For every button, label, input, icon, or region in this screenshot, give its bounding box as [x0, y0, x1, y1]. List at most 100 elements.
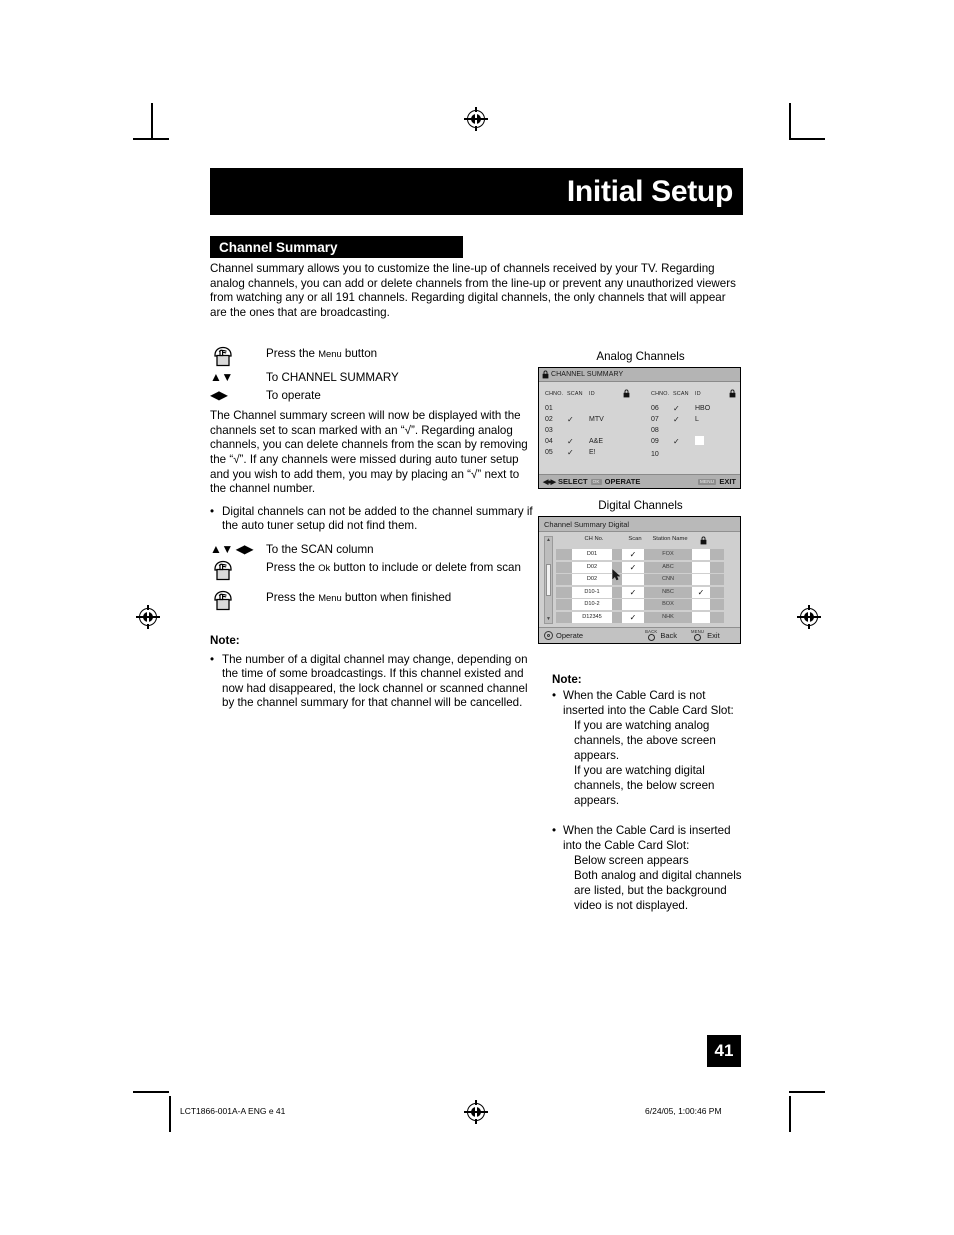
hand-press-icon: [210, 590, 266, 612]
scan-check[interactable]: ✓: [673, 436, 695, 449]
step-press-menu-finish: Press the Menu button when finished: [210, 590, 535, 612]
lock-cell[interactable]: [729, 449, 745, 460]
scan-check[interactable]: [673, 425, 695, 436]
table-row[interactable]: 10: [651, 449, 745, 460]
registration-mark-right: [797, 605, 821, 629]
chapter-title-band: Initial Setup: [210, 168, 743, 215]
scan-check[interactable]: [673, 449, 695, 460]
table-row[interactable]: 07 ✓ L: [651, 414, 745, 425]
body-bullet: • Digital channels can not be added to t…: [210, 505, 535, 534]
lock-icon: [694, 536, 712, 547]
back-button-icon[interactable]: [647, 634, 655, 642]
section-heading-label: Channel Summary: [219, 239, 338, 255]
scroll-up-arrow-icon[interactable]: ▲: [546, 538, 551, 543]
table-row[interactable]: D01 ✓ FOX: [556, 549, 735, 560]
dpad-icon[interactable]: [544, 631, 553, 640]
lock-check[interactable]: [692, 561, 710, 573]
scan-check[interactable]: ✓: [673, 414, 695, 425]
table-row[interactable]: 09 ✓: [651, 436, 745, 449]
lock-check[interactable]: [692, 599, 710, 610]
scroll-down-arrow-icon[interactable]: ▼: [546, 617, 551, 622]
channel-number: 03: [545, 427, 553, 434]
right-note-heading: Note:: [552, 673, 582, 686]
scan-check[interactable]: [567, 425, 589, 436]
table-row[interactable]: 01: [545, 403, 639, 414]
table-row[interactable]: 03: [545, 425, 639, 436]
back-key-label: BACK: [645, 628, 658, 634]
right-note-bullet-label: When the Cable Card is inserted into the…: [563, 824, 731, 852]
lock-cell[interactable]: [623, 403, 639, 414]
menu-keyword: Menu: [318, 591, 342, 603]
lock-check[interactable]: [692, 574, 710, 585]
lock-icon: [729, 389, 745, 403]
lock-cell[interactable]: [623, 447, 639, 458]
registration-mark-top: [464, 107, 488, 131]
footer-document-code: LCT1866-001A-A ENG e 41: [180, 1106, 286, 1116]
crop-mark-bottom-left-vertical: [169, 1096, 171, 1132]
page-number-label: 41: [714, 1041, 734, 1060]
scan-check[interactable]: ✓: [567, 436, 589, 447]
col-header-chno: CHNO.: [545, 391, 564, 397]
lock-cell[interactable]: [729, 436, 745, 449]
scan-check[interactable]: ✓: [567, 414, 589, 425]
channel-number: 10: [651, 451, 659, 458]
digital-footer-back-group[interactable]: BACK Back: [645, 628, 677, 642]
lock-cell[interactable]: [623, 425, 639, 436]
table-row[interactable]: 02 ✓ MTV: [545, 414, 639, 425]
channel-id: L: [695, 416, 699, 423]
table-row[interactable]: D12345 ✓ NHK: [556, 611, 735, 623]
menu-keycap[interactable]: MENU: [698, 478, 717, 485]
scan-check[interactable]: [622, 599, 644, 610]
scan-check[interactable]: ✓: [622, 586, 644, 598]
lock-cell[interactable]: [729, 414, 745, 425]
scan-check[interactable]: ✓: [567, 447, 589, 458]
table-row[interactable]: 05 ✓ E!: [545, 447, 639, 458]
step-to-operate-label: To operate: [266, 388, 321, 402]
instructions-column: Press the Menu button ▲▼ To CHANNEL SUMM…: [210, 346, 535, 711]
lock-cell[interactable]: [729, 403, 745, 414]
bullet-marker: •: [210, 504, 215, 518]
lock-cell[interactable]: [623, 414, 639, 425]
table-row[interactable]: 04 ✓ A&E: [545, 436, 639, 447]
digital-footer-exit-group[interactable]: MENU Exit: [691, 629, 720, 642]
lock-check[interactable]: ✓: [692, 586, 710, 598]
scan-check[interactable]: [622, 574, 644, 585]
col-header-chno: CH No.: [584, 536, 604, 542]
channel-id: MTV: [589, 416, 604, 423]
ok-keycap[interactable]: OK: [590, 478, 602, 485]
exit-button-icon[interactable]: [694, 634, 702, 642]
lock-icon: [542, 370, 549, 379]
table-row[interactable]: 06 ✓ HBO: [651, 403, 745, 414]
step-press-menu-finish-label: Press the Menu button when finished: [266, 590, 452, 604]
analog-osd-body: CHNO. SCAN ID 01 02 ✓ MTV 03 04 ✓ A&E 05…: [539, 382, 740, 474]
lock-check[interactable]: [692, 549, 710, 560]
channel-number: D10-1: [572, 586, 612, 598]
lock-cell[interactable]: [729, 425, 745, 436]
scan-check[interactable]: ✓: [622, 611, 644, 623]
exit-label: EXIT: [719, 477, 736, 486]
station-name: NBC: [644, 586, 692, 598]
col-header-scan: SCAN: [567, 391, 583, 397]
crop-mark-top-right-horizontal: [789, 138, 825, 140]
station-name: ABC: [644, 561, 692, 573]
table-row[interactable]: D02 ✓ ABC: [556, 561, 735, 580]
analog-osd-screen: CHANNEL SUMMARY CHNO. SCAN ID 01 02 ✓ MT…: [538, 367, 741, 489]
body-bullet-label: Digital channels can not be added to the…: [222, 504, 533, 533]
table-row[interactable]: D10-2 BOX: [556, 599, 735, 610]
channel-id: [589, 425, 623, 436]
channel-number: 05: [545, 449, 553, 456]
channel-id: E!: [589, 449, 596, 456]
table-row[interactable]: D02 CNN: [556, 574, 735, 585]
channel-number: 01: [545, 405, 553, 412]
scrollbar[interactable]: ▲ ▼: [544, 536, 553, 624]
scan-check[interactable]: ✓: [673, 403, 695, 414]
table-row[interactable]: 08: [651, 425, 745, 436]
scroll-thumb[interactable]: [546, 564, 551, 596]
scan-check[interactable]: [567, 403, 589, 414]
lock-cell[interactable]: [623, 436, 639, 447]
scan-check[interactable]: ✓: [622, 561, 644, 573]
up-down-arrows-icon: ▲▼: [210, 370, 233, 384]
lock-check[interactable]: [692, 611, 710, 623]
table-row[interactable]: D10-1 ✓ NBC ✓: [556, 586, 735, 598]
scan-check[interactable]: ✓: [622, 549, 644, 560]
